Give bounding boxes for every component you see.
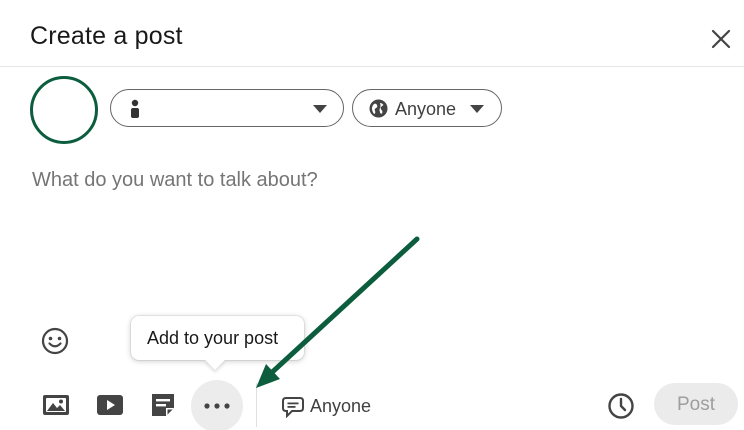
close-button[interactable] xyxy=(708,26,736,54)
add-photo-button[interactable] xyxy=(42,392,72,422)
document-icon xyxy=(152,394,174,416)
dialog-title: Create a post xyxy=(30,22,183,50)
comment-icon xyxy=(282,397,304,418)
post-button[interactable]: Post xyxy=(654,383,738,425)
video-icon xyxy=(97,395,123,415)
schedule-post-button[interactable] xyxy=(606,391,636,421)
post-text-input[interactable] xyxy=(30,168,714,193)
more-options-button[interactable] xyxy=(191,380,243,430)
chevron-down-icon xyxy=(313,105,327,113)
add-to-post-tooltip: Add to your post xyxy=(131,316,304,370)
emoji-icon xyxy=(41,327,69,355)
add-video-button[interactable] xyxy=(96,392,126,422)
chevron-down-icon xyxy=(470,105,484,113)
more-icon xyxy=(204,403,230,409)
add-document-button[interactable] xyxy=(150,392,180,422)
clock-icon xyxy=(608,393,634,419)
comment-audience-label: Anyone xyxy=(310,396,372,416)
post-audience-label: Anyone xyxy=(395,99,457,119)
person-icon xyxy=(131,99,139,118)
tooltip-text: Add to your post xyxy=(147,328,279,348)
identity-dropdown[interactable] xyxy=(110,89,344,127)
emoji-button[interactable] xyxy=(40,326,70,356)
avatar xyxy=(30,76,98,144)
toolbar-divider xyxy=(256,383,257,427)
photo-icon xyxy=(43,395,69,415)
globe-icon xyxy=(369,99,388,118)
dialog-header: Create a post xyxy=(0,0,744,67)
post-audience-dropdown[interactable]: Anyone xyxy=(352,89,502,127)
tooltip-pointer xyxy=(205,350,225,370)
close-icon xyxy=(711,29,731,49)
create-post-dialog: Create a post Anyone What do you want to… xyxy=(0,0,744,430)
